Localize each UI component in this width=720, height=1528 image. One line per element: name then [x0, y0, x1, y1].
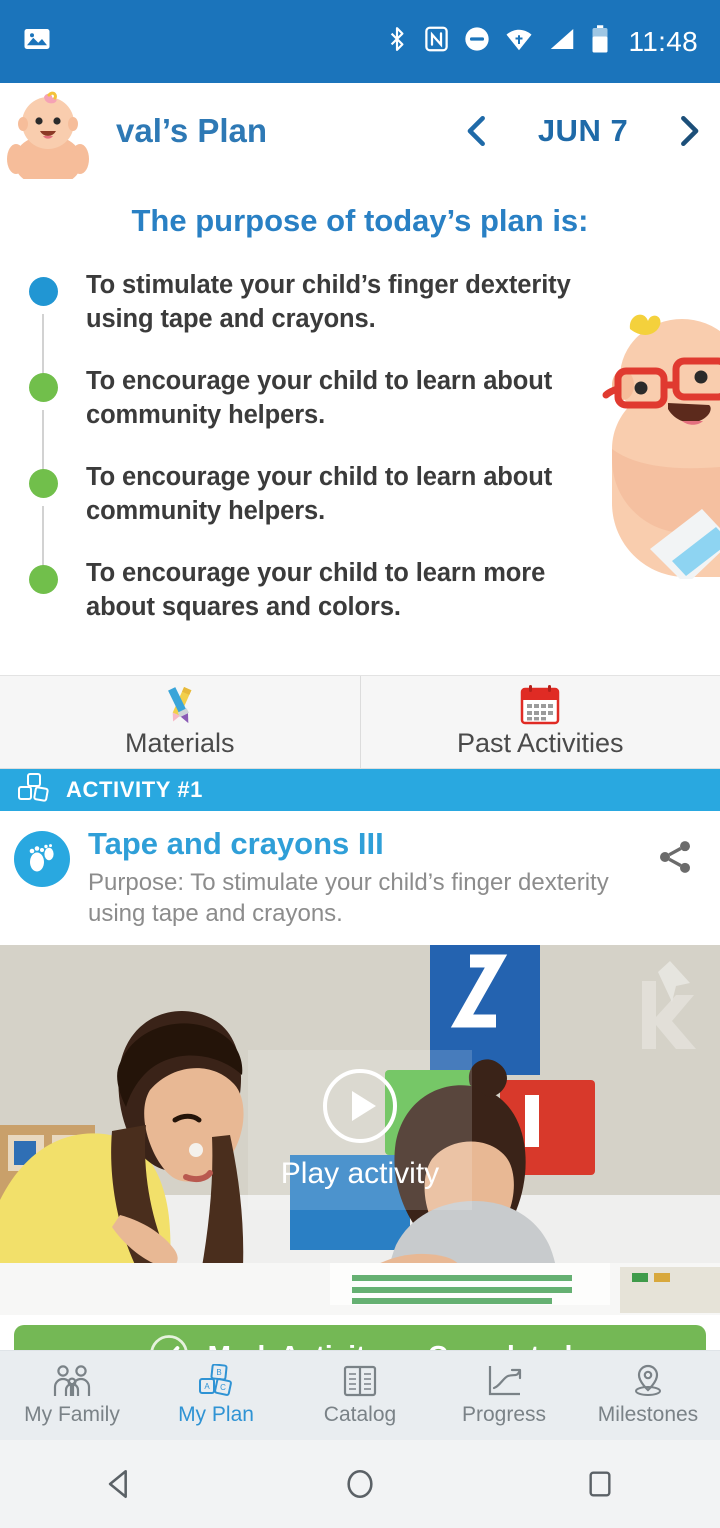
activity-video[interactable]: Play activity: [0, 945, 720, 1316]
nav-item-catalog[interactable]: Catalog: [288, 1351, 432, 1441]
map-pin-icon: [631, 1364, 665, 1398]
quick-links-row: Materials Past Activities: [0, 675, 720, 769]
goal-list: To stimulate your child’s finger dexteri…: [0, 269, 720, 667]
footprints-icon: [14, 831, 70, 887]
nav-label-catalog: Catalog: [323, 1403, 397, 1426]
status-bar-right: 11:48: [384, 24, 699, 59]
past-activities-label: Past Activities: [456, 728, 624, 758]
activity-number-label: ACTIVITY #1: [66, 777, 204, 802]
k-logo-watermark: [618, 959, 704, 1051]
activity-info: Tape and crayons III Purpose: To stimula…: [70, 826, 648, 929]
goal-text: To encourage your child to learn about c…: [86, 463, 553, 525]
status-bar: 11:48: [0, 0, 720, 83]
photo-icon: [22, 24, 52, 59]
nfc-icon: [423, 24, 450, 59]
chevron-left-icon[interactable]: [446, 83, 508, 179]
goal-connector: [42, 506, 44, 568]
materials-label: Materials: [124, 728, 235, 758]
book-icon: [342, 1364, 378, 1398]
home-circle-icon[interactable]: [300, 1440, 420, 1528]
purpose-section: The purpose of today’s plan is: To stimu…: [0, 179, 720, 675]
family-icon: [52, 1364, 92, 1398]
pencil-paintbrush-icon: [154, 685, 206, 727]
activity-purpose: Purpose: To stimulate your child’s finge…: [88, 869, 609, 928]
do-not-disturb-icon: [463, 24, 491, 59]
bottom-navigation: My Family B A C My Plan Catalog Progress…: [0, 1350, 720, 1440]
abc-blocks-icon: B A C: [196, 1364, 236, 1398]
play-label: Play activity: [280, 1157, 440, 1191]
play-overlay[interactable]: Play activity: [0, 945, 720, 1315]
cell-signal-icon: [547, 24, 577, 59]
nav-item-my-family[interactable]: My Family: [0, 1351, 144, 1441]
goal-item[interactable]: To stimulate your child’s finger dexteri…: [0, 269, 720, 376]
goal-dot: [28, 373, 58, 402]
goal-item[interactable]: To encourage your child to learn about c…: [0, 461, 720, 568]
nav-item-progress[interactable]: Progress: [432, 1351, 576, 1441]
goal-dot: [28, 565, 58, 594]
baby-avatar[interactable]: [0, 83, 96, 179]
goal-text: To stimulate your child’s finger dexteri…: [86, 271, 571, 333]
goal-connector: [42, 410, 44, 472]
activity-section-header: ACTIVITY #1: [0, 769, 720, 811]
recents-square-icon[interactable]: [540, 1440, 660, 1528]
nav-label-my-plan: My Plan: [178, 1403, 254, 1426]
goal-text: To encourage your child to learn more ab…: [86, 559, 546, 621]
calendar-icon: [518, 685, 562, 727]
goal-item[interactable]: To encourage your child to learn more ab…: [0, 557, 720, 653]
activity-title[interactable]: Tape and crayons III: [88, 826, 638, 861]
goal-text: To encourage your child to learn about c…: [86, 367, 553, 429]
svg-text:A: A: [204, 1382, 210, 1391]
nav-item-my-plan[interactable]: B A C My Plan: [144, 1351, 288, 1441]
app-header: val’s Plan JUN 7: [0, 83, 720, 179]
chevron-right-icon[interactable]: [658, 83, 720, 179]
battery-icon: [590, 24, 610, 59]
nav-label-milestones: Milestones: [597, 1403, 699, 1426]
purpose-heading: The purpose of today’s plan is:: [131, 203, 589, 238]
wifi-icon: [504, 24, 534, 59]
svg-text:C: C: [220, 1383, 226, 1392]
nav-label-progress: Progress: [461, 1403, 547, 1426]
android-navigation-bar: [0, 1440, 720, 1528]
past-activities-tile[interactable]: Past Activities: [359, 676, 720, 768]
play-icon[interactable]: [323, 1069, 397, 1144]
back-triangle-icon[interactable]: [60, 1440, 180, 1528]
status-bar-left: [22, 24, 52, 59]
materials-tile[interactable]: Materials: [0, 676, 360, 768]
goal-dot: [28, 469, 58, 498]
current-date[interactable]: JUN 7: [508, 113, 658, 149]
goal-dot: [28, 277, 58, 306]
nav-item-milestones[interactable]: Milestones: [576, 1351, 720, 1441]
chart-arrow-icon: [485, 1364, 523, 1398]
bluetooth-icon: [384, 24, 410, 59]
blocks-icon: [18, 772, 52, 808]
svg-text:B: B: [216, 1368, 221, 1377]
share-icon[interactable]: [648, 827, 702, 929]
activity-card: Tape and crayons III Purpose: To stimula…: [0, 811, 720, 946]
goal-item[interactable]: To encourage your child to learn about c…: [0, 365, 720, 472]
page-title: val’s Plan: [116, 112, 268, 149]
nav-label-my-family: My Family: [24, 1403, 120, 1426]
goal-marker: [0, 269, 86, 376]
status-bar-clock: 11:48: [628, 25, 698, 57]
goal-connector: [42, 314, 44, 376]
date-navigator: JUN 7: [446, 83, 720, 179]
